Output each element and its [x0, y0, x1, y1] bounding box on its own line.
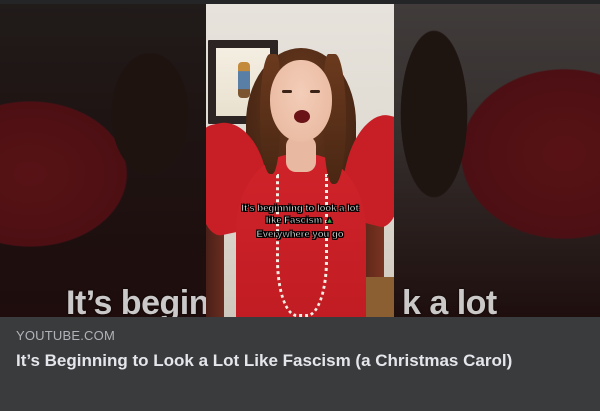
- pearl-necklace: [276, 174, 328, 317]
- video-caption-line: Everywhere you go: [256, 229, 344, 241]
- floor: [364, 277, 394, 317]
- blurred-background-right: [394, 4, 600, 317]
- christmas-tree-icon: ▲: [324, 215, 335, 227]
- link-meta[interactable]: YOUTUBE.COM It’s Beginning to Look a Lot…: [0, 317, 600, 411]
- link-preview-card[interactable]: It’s begin k a lot It's beginning to loo…: [0, 0, 600, 411]
- background-caption-left: It’s begin: [66, 284, 209, 317]
- video-caption-line: like Fascism ▲: [265, 215, 335, 227]
- background-caption-right: k a lot: [402, 284, 497, 317]
- video-caption-line: It's beginning to look a lot: [241, 203, 359, 215]
- blurred-background-left: [0, 4, 206, 317]
- link-domain: YOUTUBE.COM: [16, 328, 115, 343]
- singer-face: [270, 60, 332, 142]
- video-thumbnail[interactable]: It’s begin k a lot It's beginning to loo…: [0, 4, 600, 317]
- video-frame: It's beginning to look a lot like Fascis…: [206, 4, 394, 317]
- link-title[interactable]: It’s Beginning to Look a Lot Like Fascis…: [16, 349, 576, 372]
